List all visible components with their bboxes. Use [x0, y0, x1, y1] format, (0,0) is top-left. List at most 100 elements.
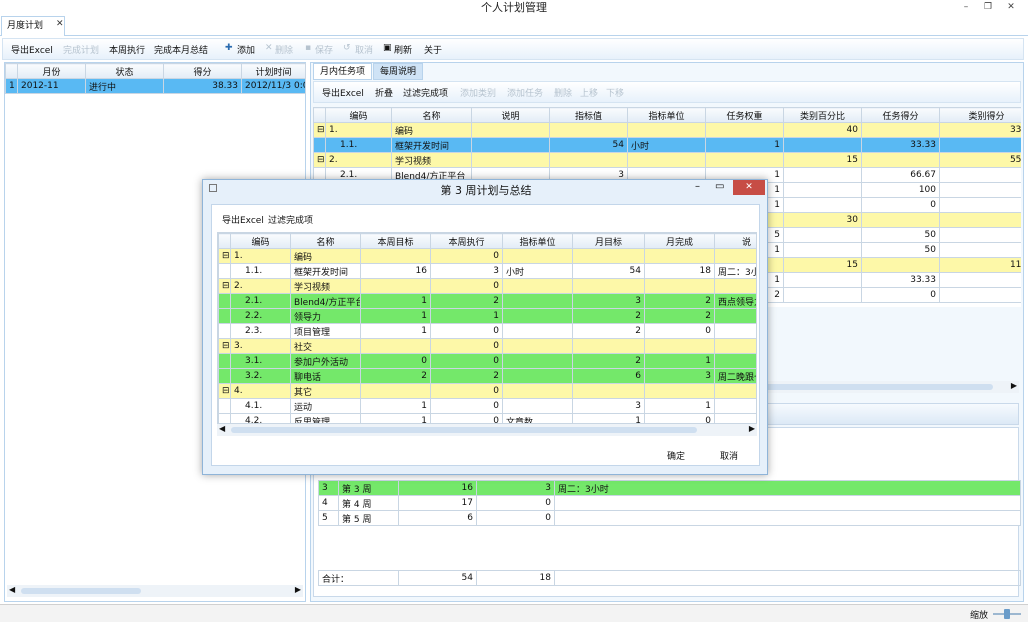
dialog-cell-md[interactable]	[644, 278, 715, 294]
dialog-cell-we[interactable]: 1	[430, 308, 503, 324]
week-row[interactable]: 4第 4 周 17 0	[318, 495, 1021, 511]
dialog-filter-button[interactable]: 过滤完成项	[268, 213, 313, 226]
dialog-cell-name[interactable]: 编码	[290, 248, 361, 264]
cell-code[interactable]: 2.	[325, 152, 392, 168]
table-row[interactable]: 1 2012-11 进行中 38.33 2012/11/3 0:00	[5, 78, 306, 94]
expand-toggle-icon[interactable]: ⊟	[218, 338, 231, 354]
cell-score[interactable]: 0	[861, 197, 940, 213]
minimize-icon[interactable]: –	[958, 1, 974, 13]
dialog-cell-md[interactable]: 2	[644, 308, 715, 324]
dialog-cell-code[interactable]: 3.1.	[230, 353, 291, 369]
dialog-cell-unit[interactable]	[502, 293, 573, 309]
dialog-cell-we[interactable]: 0	[430, 413, 503, 423]
maximize-icon[interactable]: ❐	[980, 1, 996, 13]
dialog-cell-note[interactable]: 周二晚跟七	[714, 368, 756, 384]
col-header-8[interactable]: 类别得分	[939, 107, 1021, 123]
dialog-cell-code[interactable]: 2.1.	[230, 293, 291, 309]
dialog-cell-we[interactable]: 2	[430, 368, 503, 384]
dialog-cell-mt[interactable]: 6	[572, 368, 645, 384]
dialog-minimize-icon[interactable]: –	[695, 181, 700, 192]
task-delete-button[interactable]: 删除	[554, 86, 572, 99]
dialog-cell-mt[interactable]: 54	[572, 263, 645, 279]
col-header-4[interactable]: 指标单位	[627, 107, 706, 123]
tab-weekly-notes[interactable]: 每周说明	[373, 63, 424, 80]
move-down-button[interactable]: 下移	[606, 86, 624, 99]
dialog-cell-note[interactable]	[714, 248, 756, 264]
ok-button[interactable]: 确定	[667, 449, 685, 462]
dialog-cell-unit[interactable]	[502, 338, 573, 354]
cell-desc[interactable]	[471, 122, 550, 138]
dialog-cell-wt[interactable]: 1	[360, 308, 431, 324]
cell-cat[interactable]	[939, 137, 1021, 153]
dialog-cell-note[interactable]	[714, 413, 756, 423]
cell-score[interactable]: 66.67	[861, 167, 940, 183]
dialog-cell-name[interactable]: 领导力	[290, 308, 361, 324]
cancel-button[interactable]: 取消	[355, 43, 373, 56]
add-category-button[interactable]: 添加类别	[460, 86, 496, 99]
week-row[interactable]: 5第 5 周60	[318, 510, 1021, 526]
cell-pct[interactable]: 30	[783, 212, 862, 228]
dialog-cell-mt[interactable]: 2	[572, 308, 645, 324]
dialog-cell-name[interactable]: 项目管理	[290, 323, 361, 339]
cell-cat[interactable]	[939, 167, 1021, 183]
dialog-cell-mt[interactable]: 1	[572, 413, 645, 423]
cell-pct[interactable]: 15	[783, 257, 862, 273]
dialog-cell-wt[interactable]: 16	[360, 263, 431, 279]
week-target[interactable]: 16	[398, 480, 477, 496]
dialog-cell-unit[interactable]	[502, 368, 573, 384]
dialog-cell-md[interactable]: 1	[644, 353, 715, 369]
cell-month[interactable]: 2012-11	[17, 78, 86, 94]
dialog-close-button[interactable]: ✕	[733, 180, 765, 195]
expand-toggle-icon[interactable]: ⊟	[313, 152, 326, 168]
cell-name[interactable]: 编码	[391, 122, 472, 138]
cell-code[interactable]: 1.1.	[325, 137, 392, 153]
dialog-cell-wt[interactable]: 0	[360, 353, 431, 369]
week-note[interactable]	[554, 510, 1021, 526]
dialog-cell-we[interactable]: 0	[430, 323, 503, 339]
dialog-cell-code[interactable]: 2.2.	[230, 308, 291, 324]
dialog-cell-code[interactable]: 4.	[230, 383, 291, 399]
dialog-cell-mt[interactable]	[572, 248, 645, 264]
dialog-col-header-6[interactable]: 月完成	[644, 233, 715, 249]
dialog-cell-note[interactable]: 西点领导力	[714, 293, 756, 309]
cell-val[interactable]	[549, 152, 628, 168]
cell-cat[interactable]	[939, 272, 1021, 288]
dialog-table-row[interactable]: 4.2. 反思管理 1 0 文章数 1 0	[218, 413, 756, 423]
dialog-cell-we[interactable]: 0	[430, 338, 503, 354]
cell-val[interactable]: 54	[549, 137, 628, 153]
dialog-table-row[interactable]: 2.2. 领导力 1 1 2 2	[218, 308, 756, 324]
cell-code[interactable]: 1.	[325, 122, 392, 138]
expand-toggle-icon[interactable]: ⊟	[218, 278, 231, 294]
cell-cat[interactable]	[939, 227, 1021, 243]
week-row[interactable]: 3第 3 周 16 3 周二：3小时	[318, 480, 1021, 496]
dialog-col-header-4[interactable]: 指标单位	[502, 233, 573, 249]
dialog-cell-code[interactable]: 1.	[230, 248, 291, 264]
dialog-cell-md[interactable]	[644, 338, 715, 354]
dialog-table-row[interactable]: 2.1.Blend4/方正平台1232西点领导力	[218, 293, 756, 309]
add-button[interactable]: 添加	[237, 43, 255, 56]
dialog-cell-md[interactable]: 0	[644, 413, 715, 423]
zoom-slider-thumb[interactable]	[1004, 609, 1010, 619]
week-exec-button[interactable]: 本周执行	[109, 43, 145, 56]
col-header-1[interactable]: 名称	[391, 107, 472, 123]
dialog-cell-mt[interactable]: 2	[572, 353, 645, 369]
cell-pct[interactable]	[783, 242, 862, 258]
week-name[interactable]: 第 5 周	[338, 510, 399, 526]
dialog-table-row[interactable]: 1.1.框架开发时间163小时5418周二：3小时	[218, 263, 756, 279]
week-name[interactable]: 第 3 周	[338, 480, 399, 496]
dialog-cell-note[interactable]	[714, 278, 756, 294]
dialog-table-row[interactable]: ⊟ 2. 学习视频 0	[218, 278, 756, 294]
table-row[interactable]: ⊟1.编码 40 33.3	[313, 122, 1021, 138]
cell-pct[interactable]: 40	[783, 122, 862, 138]
dialog-cell-wt[interactable]	[360, 278, 431, 294]
dialog-cell-md[interactable]	[644, 383, 715, 399]
cell-desc[interactable]	[471, 152, 550, 168]
dialog-cell-unit[interactable]	[502, 353, 573, 369]
dialog-cell-md[interactable]: 2	[644, 293, 715, 309]
dialog-cell-we[interactable]: 0	[430, 278, 503, 294]
col-header-status[interactable]: 状态	[85, 63, 164, 79]
expand-toggle-icon[interactable]: ⊟	[313, 122, 326, 138]
dialog-export-button[interactable]: 导出Excel	[222, 213, 264, 226]
col-header-score[interactable]: 得分	[163, 63, 242, 79]
cell-pct[interactable]	[783, 137, 862, 153]
